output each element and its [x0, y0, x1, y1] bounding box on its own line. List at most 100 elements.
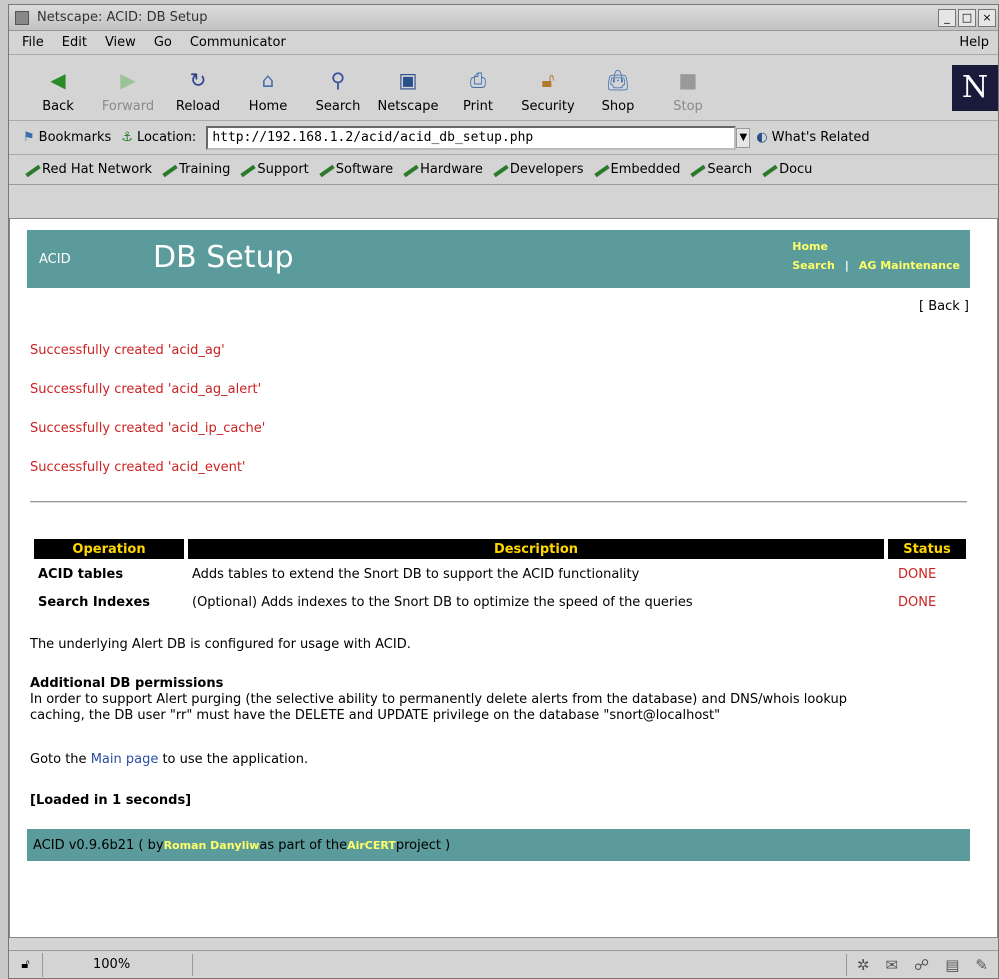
location-toolbar: ⚑Bookmarks ⚓︎Location: ▼ ◐What's Related	[9, 121, 998, 155]
bookmark-developers[interactable]: Developers	[491, 162, 584, 177]
maximize-button[interactable]: □	[958, 8, 976, 27]
home-button[interactable]: ⌂ Home	[233, 58, 303, 118]
operation-cell: ACID tables	[38, 566, 124, 582]
whats-related-button[interactable]: ◐ What's Related	[756, 130, 869, 145]
loaded-time: [Loaded in 1 seconds]	[30, 793, 192, 808]
netscape-logo[interactable]: N	[952, 64, 998, 111]
whats-related-icon: ◐	[756, 130, 768, 145]
bookmark-software[interactable]: Software	[317, 162, 393, 177]
bookmark-training[interactable]: Training	[160, 162, 230, 177]
navigation-toolbar: ◀ Back ▶ Forward ↻ Reload ⌂ Home ⚲ Search ▣ Ne…	[9, 55, 998, 121]
success-messages: Successfully created 'acid_ag' Successfu…	[30, 343, 265, 499]
bookmark-support[interactable]: Support	[238, 162, 308, 177]
progress-text: 100%	[43, 953, 193, 976]
permissions-title: Additional DB permissions	[30, 676, 224, 691]
stop-button[interactable]: ■ Stop	[653, 58, 723, 118]
status-bar: 🔓︎ 100% ✲ ✉ ☍ ▤ ✎	[9, 950, 998, 978]
status-cell: DONE	[898, 594, 937, 610]
success-message: Successfully created 'acid_ag_alert'	[30, 382, 262, 397]
bookmark-icon	[491, 164, 507, 176]
menu-view[interactable]: View	[96, 35, 145, 50]
back-button[interactable]: ◀ Back	[23, 58, 93, 118]
author-link[interactable]: Roman Danyliw	[164, 839, 260, 852]
table-row: ACID tables Adds tables to extend the Sn…	[34, 561, 966, 587]
composer-icon[interactable]: ▤	[945, 956, 959, 974]
bookmark-icon	[238, 164, 254, 176]
netscape-button[interactable]: ▣ Netscape	[373, 58, 443, 118]
search-link[interactable]: Search	[792, 259, 835, 272]
operations-table: Operation Description Status ACID tables…	[30, 537, 970, 617]
permissions-text-line-1: In order to support Alert purging (the s…	[30, 692, 847, 707]
menu-go[interactable]: Go	[145, 35, 181, 50]
success-message: Successfully created 'acid_event'	[30, 460, 246, 475]
location-icon: ⚓︎	[121, 130, 133, 145]
search-button[interactable]: ⚲ Search	[303, 58, 373, 118]
goto-text: Goto the Main page to use the applicatio…	[30, 752, 309, 767]
home-link[interactable]: Home	[792, 240, 828, 253]
menu-help[interactable]: Help	[950, 35, 998, 50]
status-message	[193, 953, 847, 976]
discussions-icon[interactable]: ☍	[914, 956, 929, 974]
bookmarks-icon: ⚑	[23, 130, 35, 145]
page-content: ACID DB Setup Home Search | AG Maintenance…	[9, 218, 998, 938]
bookmark-hardware[interactable]: Hardware	[401, 162, 483, 177]
main-page-link[interactable]: Main page	[91, 752, 159, 767]
bookmark-embedded[interactable]: Embedded	[592, 162, 681, 177]
forward-button[interactable]: ▶ Forward	[93, 58, 163, 118]
bookmarks-button[interactable]: ⚑ Bookmarks	[23, 130, 111, 145]
acid-header: ACID DB Setup Home Search | AG Maintenance	[27, 230, 970, 288]
success-message: Successfully created 'acid_ag'	[30, 343, 225, 358]
bookmark-icon	[160, 164, 176, 176]
menu-file[interactable]: File	[13, 35, 53, 50]
brand-label: ACID	[39, 252, 71, 267]
navigator-icon[interactable]: ✲	[857, 956, 870, 974]
window-menu-icon[interactable]	[15, 10, 29, 25]
header-links: Home Search | AG Maintenance	[792, 240, 960, 272]
print-button[interactable]: ⎙ Print	[443, 58, 513, 118]
bookmark-search[interactable]: Search	[688, 162, 752, 177]
divider	[30, 501, 967, 503]
reload-icon: ↻	[189, 67, 207, 92]
description-cell: Adds tables to extend the Snort DB to su…	[192, 566, 640, 582]
window-title: Netscape: ACID: DB Setup	[37, 10, 208, 25]
title-bar: Netscape: ACID: DB Setup _ □ ×	[9, 5, 998, 31]
shop-button[interactable]: 👜︎ Shop	[583, 58, 653, 118]
bookmark-red-hat-network[interactable]: Red Hat Network	[23, 162, 152, 177]
padlock-icon: 🔓︎	[541, 67, 555, 92]
bookmark-docu[interactable]: Docu	[760, 162, 812, 177]
browser-window: Netscape: ACID: DB Setup _ □ × File Edit…	[8, 4, 999, 979]
reload-button[interactable]: ↻ Reload	[163, 58, 233, 118]
header-description: Description	[188, 539, 884, 559]
success-message: Successfully created 'acid_ip_cache'	[30, 421, 266, 436]
url-dropdown-button[interactable]: ▼	[736, 127, 751, 148]
aircert-link[interactable]: AirCERT	[347, 839, 396, 852]
close-button[interactable]: ×	[978, 8, 996, 27]
back-arrow-icon: ◀	[50, 67, 66, 92]
security-button[interactable]: 🔓︎ Security	[513, 58, 583, 118]
mail-icon[interactable]: ✉	[885, 956, 898, 974]
home-icon: ⌂	[261, 67, 275, 92]
configured-text: The underlying Alert DB is configured fo…	[30, 637, 411, 652]
menu-bar: File Edit View Go Communicator Help	[9, 31, 998, 55]
edit-icon[interactable]: ✎	[975, 956, 988, 974]
operation-cell: Search Indexes	[38, 594, 151, 610]
menu-communicator[interactable]: Communicator	[181, 35, 295, 50]
shopping-bag-icon: 👜︎	[605, 67, 631, 92]
security-lock-icon[interactable]: 🔓︎	[9, 952, 43, 977]
location-label: ⚓︎ Location:	[121, 130, 197, 145]
header-status: Status	[888, 539, 966, 559]
table-row: Search Indexes (Optional) Adds indexes t…	[34, 589, 966, 615]
link-separator: |	[844, 259, 849, 272]
back-link[interactable]: [ Back ]	[919, 299, 969, 314]
page-title: DB Setup	[153, 240, 294, 275]
bookmark-icon	[317, 164, 333, 176]
minimize-button[interactable]: _	[938, 8, 956, 27]
url-input[interactable]	[206, 125, 737, 150]
search-icon: ⚲	[330, 67, 346, 92]
ag-maintenance-link[interactable]: AG Maintenance	[859, 259, 960, 272]
bookmark-icon	[592, 164, 608, 176]
acid-footer: ACID v0.9.6b21 ( by Roman Danyliw as par…	[27, 829, 970, 861]
bookmark-icon	[760, 164, 776, 176]
menu-edit[interactable]: Edit	[53, 35, 96, 50]
printer-icon: ⎙	[470, 67, 486, 92]
